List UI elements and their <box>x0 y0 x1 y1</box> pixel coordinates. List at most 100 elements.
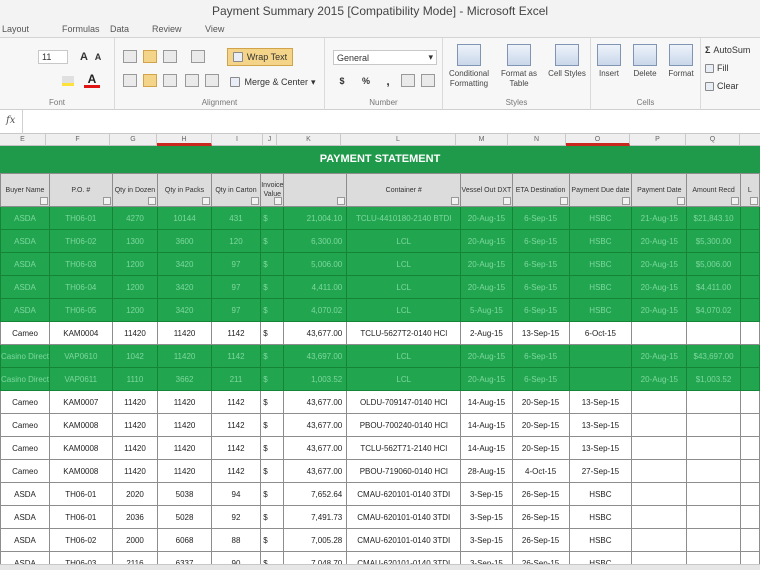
table-cell[interactable]: LCL <box>346 252 462 276</box>
table-cell[interactable]: 20-Aug-15 <box>631 367 688 391</box>
table-cell[interactable] <box>739 413 760 437</box>
table-cell[interactable]: 20-Sep-15 <box>511 436 570 460</box>
column-header-cell[interactable]: I <box>212 134 263 146</box>
table-cell[interactable]: 11420 <box>111 436 159 460</box>
align-left-icon[interactable] <box>123 74 137 87</box>
tab-formulas[interactable]: Formulas <box>62 24 100 34</box>
table-cell[interactable] <box>686 528 741 552</box>
table-cell[interactable]: TH06-02 <box>49 229 113 253</box>
table-cell[interactable]: 6,300.00 <box>283 229 348 253</box>
table-cell[interactable]: 3-Sep-15 <box>460 482 513 506</box>
table-cell[interactable]: 14-Aug-15 <box>460 413 513 437</box>
table-cell[interactable]: $ <box>260 482 285 506</box>
table-cell[interactable]: 43,677.00 <box>283 459 348 483</box>
table-cell[interactable]: $5,006.00 <box>686 252 741 276</box>
column-header-cell[interactable]: L <box>341 134 456 146</box>
column-header[interactable] <box>283 173 348 207</box>
table-cell[interactable]: 20-Aug-15 <box>460 206 513 230</box>
table-cell[interactable]: $ <box>260 505 285 529</box>
table-cell[interactable]: 97 <box>210 298 262 322</box>
table-cell[interactable]: 92 <box>210 505 262 529</box>
table-cell[interactable]: 431 <box>210 206 262 230</box>
tab-layout[interactable]: Layout <box>2 24 29 34</box>
table-cell[interactable]: 1142 <box>210 413 262 437</box>
table-cell[interactable]: KAM0008 <box>49 459 113 483</box>
table-cell[interactable]: 1042 <box>111 344 159 368</box>
table-cell[interactable]: 3420 <box>157 298 212 322</box>
table-cell[interactable]: Cameo <box>0 436 51 460</box>
table-cell[interactable]: 4,411.00 <box>283 275 348 299</box>
table-cell[interactable] <box>739 528 760 552</box>
insert-button[interactable]: Insert <box>591 44 627 79</box>
column-header[interactable]: P.O. # <box>49 173 113 207</box>
table-cell[interactable]: Casino Direct <box>0 367 51 391</box>
orientation-icon[interactable] <box>191 50 205 63</box>
table-cell[interactable]: TH06-03 <box>49 252 113 276</box>
delete-button[interactable]: Delete <box>627 44 663 79</box>
column-header[interactable]: Qty in Dozen <box>111 173 159 207</box>
cell-styles-button[interactable]: Cell Styles <box>547 44 587 79</box>
table-cell[interactable]: 20-Aug-15 <box>460 252 513 276</box>
table-cell[interactable]: 10144 <box>157 206 212 230</box>
table-cell[interactable]: Cameo <box>0 413 51 437</box>
table-cell[interactable]: 120 <box>210 229 262 253</box>
table-cell[interactable]: 1200 <box>111 275 159 299</box>
table-cell[interactable] <box>686 436 741 460</box>
table-cell[interactable] <box>686 321 741 345</box>
table-cell[interactable]: 5,006.00 <box>283 252 348 276</box>
table-cell[interactable]: 11420 <box>157 436 212 460</box>
table-cell[interactable]: 88 <box>210 528 262 552</box>
align-bottom-icon[interactable] <box>163 50 177 63</box>
shrink-font-button[interactable]: A <box>92 50 104 64</box>
table-cell[interactable]: KAM0007 <box>49 390 113 414</box>
table-cell[interactable]: 20-Aug-15 <box>460 367 513 391</box>
fill-color-icon[interactable] <box>60 74 76 88</box>
column-header[interactable]: L <box>739 173 760 207</box>
table-cell[interactable]: 6-Sep-15 <box>511 344 570 368</box>
column-header[interactable]: Qty in Carton <box>210 173 262 207</box>
table-cell[interactable]: $ <box>260 321 285 345</box>
table-cell[interactable]: 6-Sep-15 <box>511 206 570 230</box>
table-cell[interactable]: 7,491.73 <box>283 505 348 529</box>
table-cell[interactable]: 11420 <box>111 390 159 414</box>
table-cell[interactable]: HSBC <box>568 528 633 552</box>
table-cell[interactable]: 211 <box>210 367 262 391</box>
table-cell[interactable]: 11420 <box>157 344 212 368</box>
table-cell[interactable]: 26-Sep-15 <box>511 482 570 506</box>
table-cell[interactable]: 2000 <box>111 528 159 552</box>
table-cell[interactable]: $ <box>260 459 285 483</box>
table-cell[interactable] <box>568 344 633 368</box>
table-cell[interactable]: HSBC <box>568 229 633 253</box>
column-header[interactable]: Buyer Name <box>0 173 51 207</box>
table-cell[interactable]: ASDA <box>0 206 51 230</box>
table-cell[interactable] <box>739 390 760 414</box>
table-cell[interactable]: VAP0611 <box>49 367 113 391</box>
table-cell[interactable]: TCLU-562T71-2140 HCl <box>346 436 462 460</box>
table-cell[interactable]: $21,843.10 <box>686 206 741 230</box>
align-middle-icon[interactable] <box>143 50 157 63</box>
tab-review[interactable]: Review <box>152 24 182 34</box>
table-cell[interactable]: 6-Sep-15 <box>511 367 570 391</box>
table-cell[interactable]: ASDA <box>0 252 51 276</box>
table-cell[interactable]: TH06-01 <box>49 482 113 506</box>
increase-decimal-icon[interactable] <box>401 74 415 87</box>
column-header-cell[interactable]: G <box>110 134 157 146</box>
table-cell[interactable]: 11420 <box>157 321 212 345</box>
format-button[interactable]: Format <box>663 44 699 79</box>
table-cell[interactable]: 43,677.00 <box>283 413 348 437</box>
table-cell[interactable]: 20-Aug-15 <box>631 229 688 253</box>
table-cell[interactable]: TH06-04 <box>49 275 113 299</box>
table-cell[interactable]: 4-Oct-15 <box>511 459 570 483</box>
table-cell[interactable]: TH06-01 <box>49 206 113 230</box>
table-cell[interactable]: $ <box>260 413 285 437</box>
table-cell[interactable]: 43,677.00 <box>283 436 348 460</box>
table-cell[interactable]: HSBC <box>568 206 633 230</box>
column-header-cell[interactable]: N <box>508 134 566 146</box>
table-cell[interactable]: 1200 <box>111 252 159 276</box>
column-header-cell[interactable]: Q <box>686 134 740 146</box>
table-cell[interactable] <box>631 482 688 506</box>
table-cell[interactable] <box>739 436 760 460</box>
align-center-icon[interactable] <box>143 74 157 87</box>
table-cell[interactable]: ASDA <box>0 229 51 253</box>
table-cell[interactable]: 1142 <box>210 344 262 368</box>
